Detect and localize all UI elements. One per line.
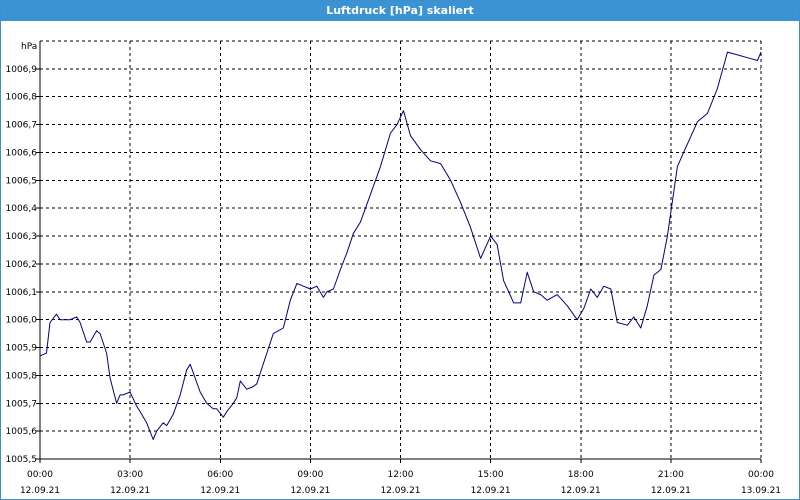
y-tick-label: 1005,6 <box>6 427 38 437</box>
x-tick-label-date: 13.09.21 <box>741 486 781 496</box>
axes <box>36 41 762 463</box>
y-tick-label: 1005,7 <box>6 399 38 409</box>
x-tick-label-time: 15:00 <box>478 470 504 480</box>
x-tick-label-date: 12.09.21 <box>200 486 240 496</box>
line-chart: 1005,5 1005,6 1005,7 1005,8 1005,9 1006,0 1006… <box>6 40 781 496</box>
x-tick-label-time: 12:00 <box>388 470 414 480</box>
x-tick-label-date: 12.09.21 <box>561 486 601 496</box>
x-tick-label-date: 12.09.21 <box>380 486 420 496</box>
x-tick-label-date: 12.09.21 <box>651 486 691 496</box>
chart-window: Luftdruck [hPa] skaliert 1005,5 1005,6 100… <box>0 0 800 500</box>
x-tick-label-time: 00:00 <box>748 470 774 480</box>
x-tick-label-date: 12.09.21 <box>20 486 60 496</box>
x-tick-label-time: 09:00 <box>297 470 323 480</box>
window-title: Luftdruck [hPa] skaliert <box>1 1 799 21</box>
x-tick-label-date: 12.09.21 <box>471 486 511 496</box>
x-tick-label-date: 12.09.21 <box>290 486 330 496</box>
x-tick-label-time: 06:00 <box>207 470 233 480</box>
y-tick-label: 1005,9 <box>6 344 38 354</box>
x-tick-label-time: 03:00 <box>117 470 143 480</box>
y-tick-label: 1006,9 <box>6 65 38 75</box>
y-tick-label: 1006,5 <box>6 176 38 186</box>
y-tick-label: 1005,5 <box>6 455 38 465</box>
y-tick-label: 1006,4 <box>6 204 38 214</box>
x-tick-label-date: 12.09.21 <box>110 486 150 496</box>
x-axis-tick-labels: 00:00 12.09.21 03:00 12.09.21 06:00 12.09.21 0… <box>20 470 781 496</box>
y-tick-label: 1006,3 <box>6 232 38 242</box>
grid <box>40 40 762 460</box>
y-tick-label: 1006,2 <box>6 260 38 270</box>
x-tick-label-time: 21:00 <box>658 470 684 480</box>
y-tick-label: 1006,6 <box>6 148 38 158</box>
y-axis-unit-label: hPa <box>21 42 37 52</box>
x-tick-label-time: 18:00 <box>568 470 594 480</box>
y-tick-label: 1006,1 <box>6 288 38 298</box>
y-tick-label: 1005,8 <box>6 371 38 381</box>
y-tick-label: 1006,7 <box>6 121 38 131</box>
x-tick-label-time: 00:00 <box>27 470 53 480</box>
y-tick-label: 1006,8 <box>6 93 38 103</box>
y-axis-tick-labels: 1005,5 1005,6 1005,7 1005,8 1005,9 1006,0 1006… <box>6 65 38 465</box>
y-tick-label: 1006,0 <box>6 316 38 326</box>
